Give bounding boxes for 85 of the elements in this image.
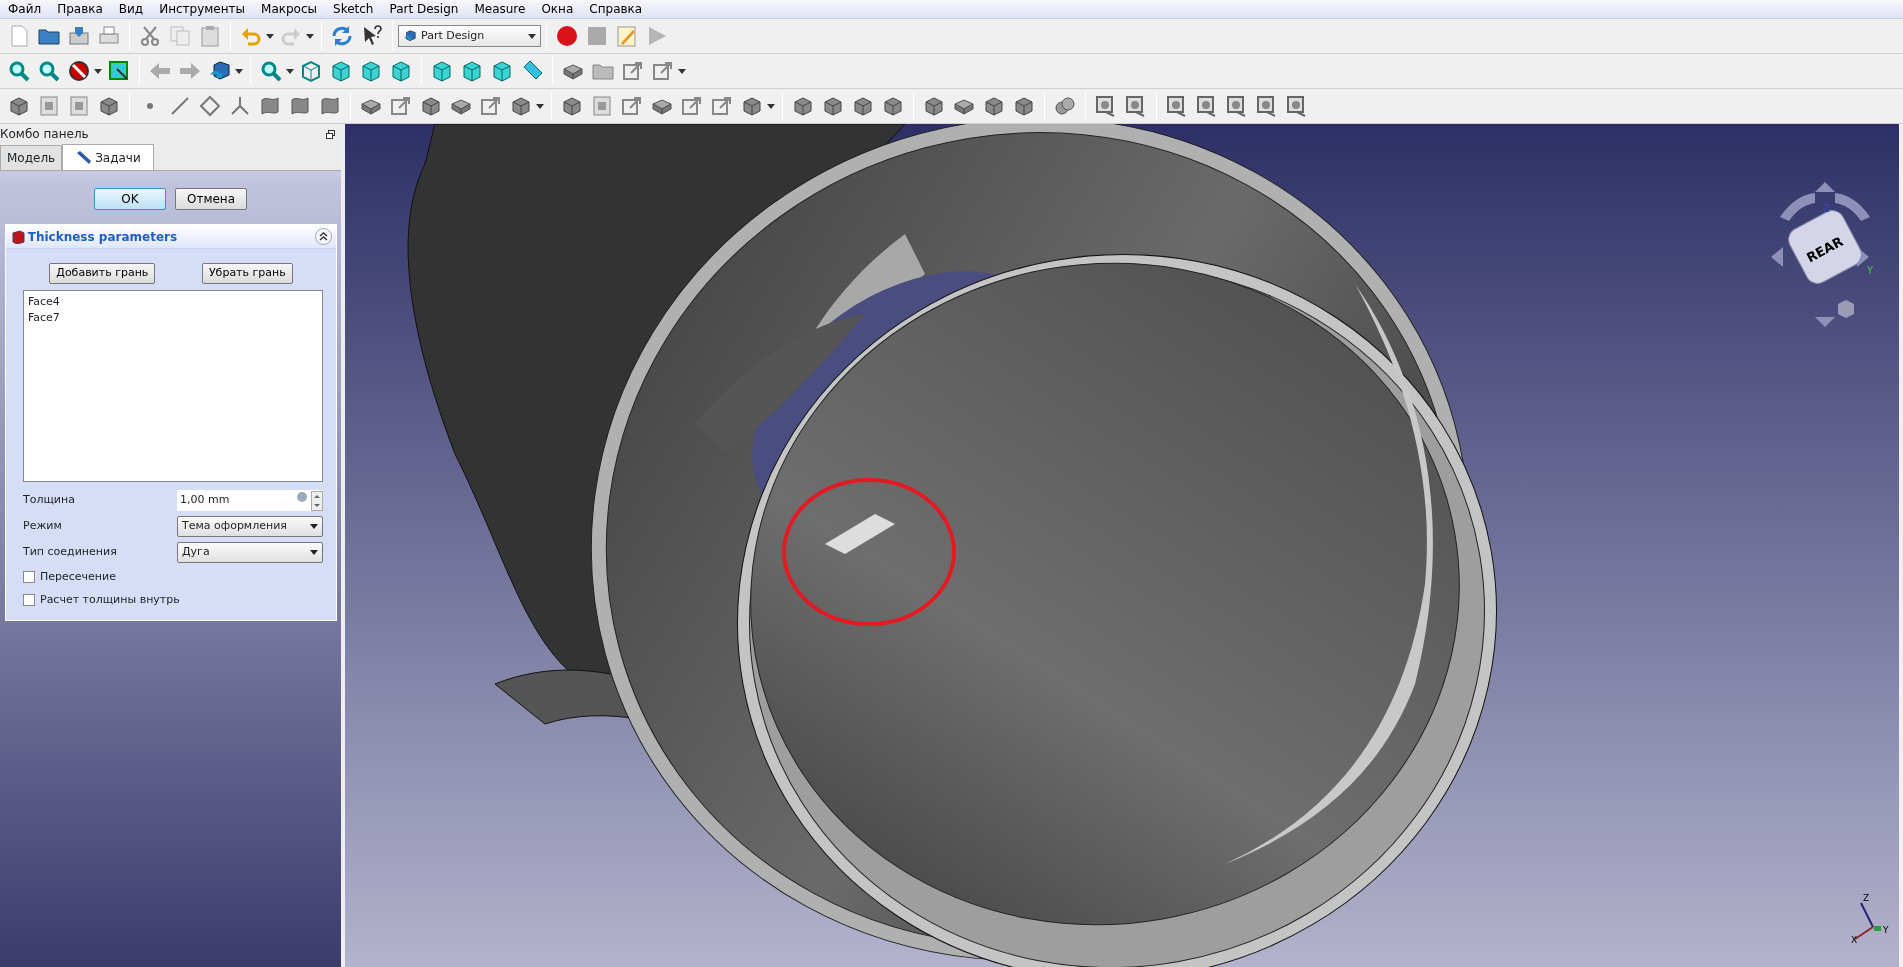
panel-tab[interactable]: Модель bbox=[0, 145, 63, 170]
field-label: Режим bbox=[23, 518, 62, 535]
link-icon[interactable] bbox=[389, 94, 413, 118]
shape-icon[interactable] bbox=[318, 94, 342, 118]
save-icon[interactable] bbox=[67, 24, 91, 48]
sheet-icon[interactable] bbox=[590, 94, 614, 118]
menu-item[interactable]: Правка bbox=[49, 0, 111, 19]
panel-tab[interactable]: Задачи bbox=[62, 144, 154, 170]
dialog-button[interactable]: Отмена bbox=[175, 188, 247, 210]
caret-icon[interactable] bbox=[536, 103, 544, 109]
menu-item[interactable]: Sketch bbox=[325, 0, 382, 19]
cut-icon[interactable] bbox=[138, 24, 162, 48]
cube-view-icon[interactable] bbox=[329, 59, 353, 83]
checkbox[interactable] bbox=[23, 571, 35, 583]
pencil-icon bbox=[75, 150, 92, 165]
axis-label: X bbox=[1851, 935, 1858, 945]
zoom-icon[interactable] bbox=[259, 59, 283, 83]
caret-icon[interactable] bbox=[678, 68, 686, 74]
chevron-icon bbox=[319, 232, 328, 241]
caret-icon bbox=[310, 524, 318, 529]
field-label: Толщина bbox=[23, 492, 75, 509]
caret-icon bbox=[310, 550, 318, 555]
panel-title: Комбо панель bbox=[0, 126, 89, 143]
spheres-icon[interactable] bbox=[1053, 94, 1077, 118]
diamond-icon[interactable] bbox=[198, 94, 222, 118]
sheet-icon[interactable] bbox=[37, 94, 61, 118]
wireframe-cube-icon[interactable] bbox=[299, 59, 323, 83]
caret-icon[interactable] bbox=[286, 68, 294, 74]
cube-view-icon[interactable] bbox=[430, 59, 454, 83]
thickness-icon bbox=[11, 229, 25, 244]
undock-icon[interactable] bbox=[326, 129, 335, 139]
dialog-button[interactable]: OK bbox=[94, 188, 166, 210]
refresh-icon[interactable] bbox=[330, 24, 354, 48]
menu-item[interactable]: Инструменты bbox=[151, 0, 254, 19]
axis-label: Z bbox=[1823, 203, 1830, 214]
workbench-dropdown[interactable]: Part Design bbox=[398, 25, 541, 47]
axis-label: Y bbox=[1867, 265, 1874, 276]
menu-item[interactable]: Part Design bbox=[381, 0, 467, 19]
face-list-item[interactable]: Face4 bbox=[28, 293, 60, 310]
checkbox-label: Расчет толщины внутрь bbox=[40, 591, 180, 608]
bounding-box-icon[interactable] bbox=[107, 59, 131, 83]
sheet-icon[interactable] bbox=[67, 94, 91, 118]
cube-view-icon[interactable] bbox=[460, 59, 484, 83]
caret-icon[interactable] bbox=[266, 33, 274, 39]
caret-icon[interactable] bbox=[235, 68, 243, 74]
link-icon[interactable] bbox=[621, 59, 645, 83]
caret-icon[interactable] bbox=[94, 68, 102, 74]
link-icon[interactable] bbox=[620, 94, 644, 118]
menu-item[interactable]: Вид bbox=[110, 0, 152, 19]
cube-view-icon[interactable] bbox=[490, 59, 514, 83]
checkbox-label: Пересечение bbox=[40, 568, 116, 585]
spin-arrows-icon[interactable] bbox=[311, 490, 323, 511]
checkbox[interactable] bbox=[23, 594, 35, 606]
face-button[interactable]: Добавить грань bbox=[49, 263, 156, 284]
menu-item[interactable]: Окна bbox=[533, 0, 582, 19]
record-icon[interactable] bbox=[555, 24, 579, 48]
face-list-item[interactable]: Face7 bbox=[28, 310, 60, 327]
axis-label: Z bbox=[1863, 893, 1870, 903]
link-icon[interactable] bbox=[479, 94, 503, 118]
menu-item[interactable]: Файл bbox=[0, 0, 50, 19]
shape-icon[interactable] bbox=[258, 94, 282, 118]
axis-label: Y bbox=[1883, 925, 1889, 935]
dropdown[interactable]: Дуга bbox=[177, 542, 323, 563]
draw-style-icon[interactable] bbox=[67, 59, 91, 83]
collapse-button[interactable] bbox=[315, 228, 332, 245]
menu-item[interactable]: Measure bbox=[466, 0, 534, 19]
caret-icon[interactable] bbox=[767, 103, 775, 109]
menu-item[interactable]: Справка bbox=[581, 0, 651, 19]
dropdown[interactable]: Тема оформления bbox=[177, 516, 323, 537]
face-button[interactable]: Убрать грань bbox=[201, 263, 293, 284]
expression-icon[interactable] bbox=[296, 491, 308, 503]
cube-view-icon[interactable] bbox=[389, 59, 413, 83]
link-icon[interactable] bbox=[710, 94, 734, 118]
task-panel-title: Thickness parameters bbox=[27, 228, 178, 246]
thickness-spinbox[interactable]: 1,00 mm bbox=[177, 490, 323, 511]
cube-view-icon[interactable] bbox=[359, 59, 383, 83]
workbench-cube-icon bbox=[403, 29, 417, 43]
shape-icon[interactable] bbox=[288, 94, 312, 118]
zoom-icon[interactable] bbox=[37, 59, 61, 83]
zoom-icon[interactable] bbox=[7, 59, 31, 83]
caret-icon bbox=[528, 33, 536, 39]
caret-icon[interactable] bbox=[306, 33, 314, 39]
menu-item[interactable]: Макросы bbox=[253, 0, 326, 19]
link-icon[interactable] bbox=[680, 94, 704, 118]
field-label: Тип соединения bbox=[23, 544, 117, 561]
